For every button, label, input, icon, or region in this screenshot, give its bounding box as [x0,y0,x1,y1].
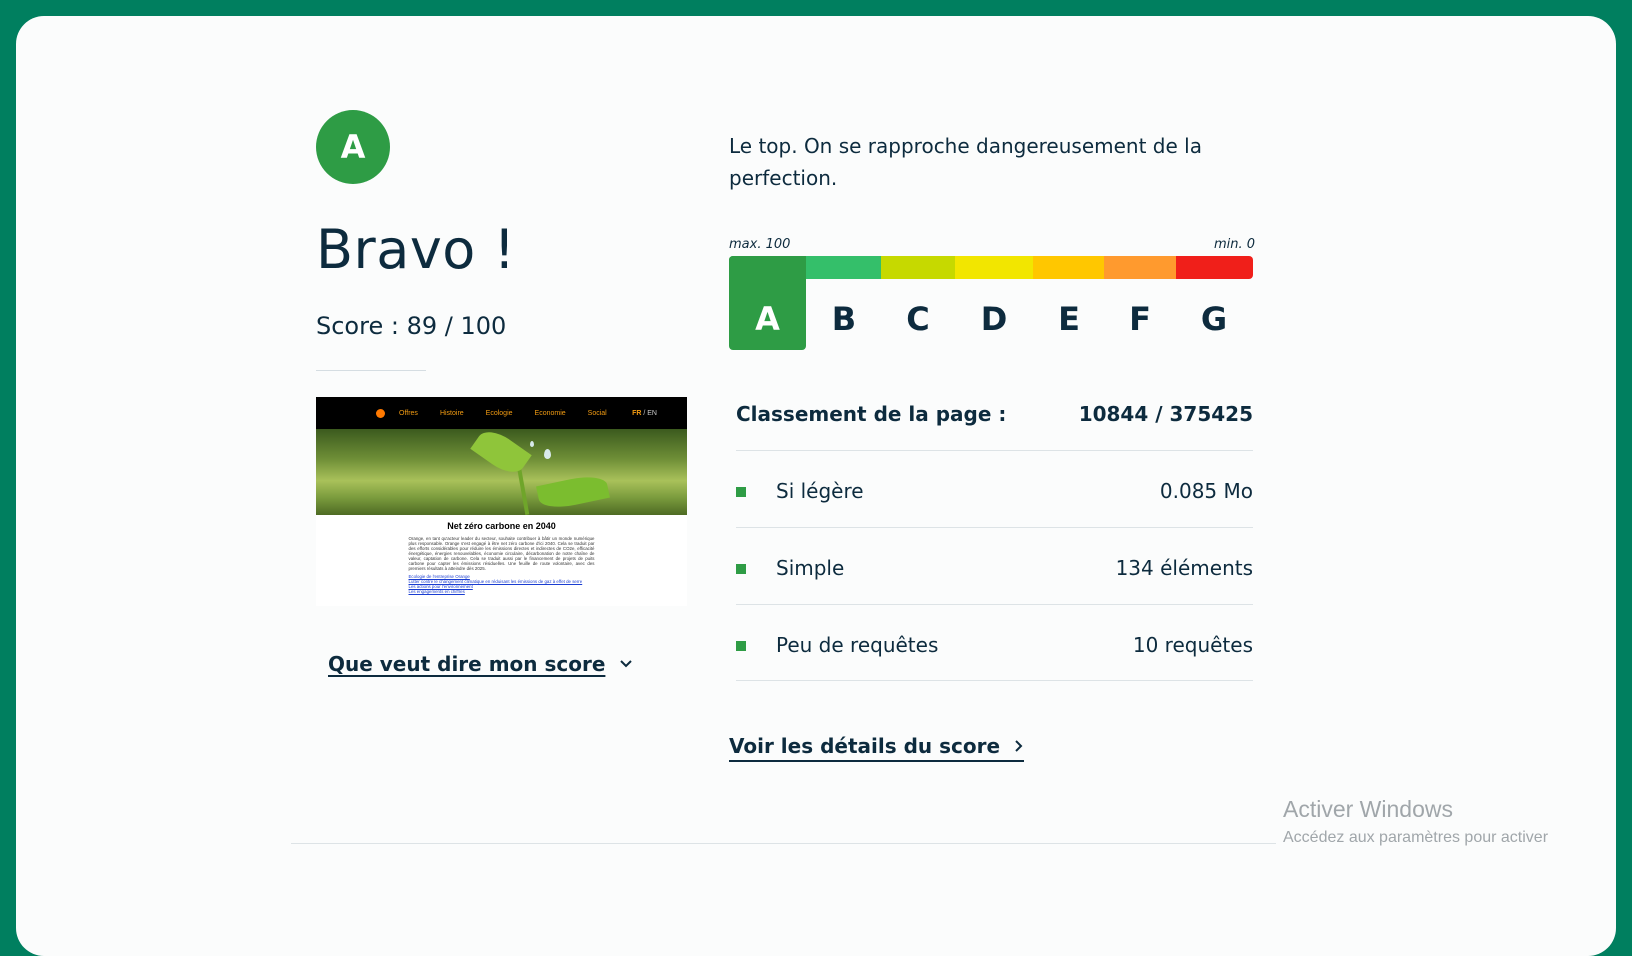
chevron-down-icon [620,660,633,668]
active-grade-a: A [729,256,806,350]
grade-scale-bar [729,256,1253,279]
ranking-label: Classement de la page : [736,402,1007,426]
page-title: Bravo ! [316,218,516,281]
orange-logo-icon [376,408,385,418]
metric-elements-label: Simple [776,556,845,580]
grade-segment-g [1176,256,1253,279]
score-explanation-label: Que veut dire mon score [328,652,606,676]
windows-activation-subtitle: Accédez aux paramètres pour activer [1283,829,1549,846]
thumbnail-nav-item: Ecologie [485,409,513,417]
score-text: Score : 89 / 100 [316,312,507,340]
metric-weight-value: 0.085 Mo [1159,479,1253,503]
grade-letter-g: G [1200,300,1228,338]
thumbnail-hero-image [316,424,687,515]
grade-segment-e [1033,256,1104,279]
grade-segment-b [806,256,881,279]
grade-letter-c: C [906,300,930,338]
grade-segment-c [881,256,955,279]
grade-letter-b: B [831,300,857,338]
leaf-icon [536,472,610,512]
divider [736,527,1253,528]
metric-weight-label: Si légère [776,479,864,503]
metric-elements-value: 134 éléments [1115,556,1253,580]
page-screenshot-thumbnail: Offres Histoire Ecologie Economie Social… [316,397,687,606]
water-drop-icon [544,449,551,459]
divider [736,680,1253,681]
thumbnail-nav-item: Social [587,409,607,417]
ranking-value: 10844 / 375425 [1078,402,1253,426]
thumbnail-title: Net zéro carbone en 2040 [447,521,556,531]
grade-letter-f: F [1129,300,1151,338]
grade-letter-e: E [1058,300,1080,338]
divider [316,370,426,371]
water-drop-icon [530,441,534,447]
grade-letter-d: D [980,300,1008,338]
bullet-square-icon [736,564,746,574]
grade-segment-f [1104,256,1176,279]
thumbnail-link: Les engagements en chiffres [408,589,465,594]
thumbnail-language-switch: FR / EN [632,409,657,417]
thumbnail-nav-item: Offres [399,409,418,417]
thumbnail-nav: Offres Histoire Ecologie Economie Social… [316,397,687,429]
divider [736,604,1253,605]
grade-segment-d [955,256,1033,279]
thumbnail-paragraph: Orange, en tant qu'acteur leader du sect… [408,536,595,571]
scale-max-label: max. 100 [729,237,791,252]
bullet-square-icon [736,641,746,651]
score-description: Le top. On se rapproche dangereusement d… [729,134,1202,190]
chevron-right-icon [1015,740,1023,752]
grade-badge: A [316,110,390,184]
score-explanation-toggle[interactable]: Que veut dire mon score [328,652,633,676]
plant-stem-icon [516,465,530,515]
windows-activation-title: Activer Windows [1283,796,1453,822]
divider [736,450,1253,451]
divider [291,843,1276,844]
score-details-label: Voir les détails du score [729,734,1001,758]
leaf-icon [470,424,532,480]
thumbnail-nav-item: Economie [534,409,566,417]
metric-requests-value: 10 requêtes [1132,633,1253,657]
score-details-link[interactable]: Voir les détails du score [729,734,1025,762]
bullet-square-icon [736,487,746,497]
scale-min-label: min. 0 [1214,237,1256,252]
thumbnail-nav-item: Histoire [439,409,464,417]
metric-requests-label: Peu de requêtes [776,633,939,657]
thumbnail-links: Ecologie de l'entreprise Orange Lutter c… [409,574,595,594]
